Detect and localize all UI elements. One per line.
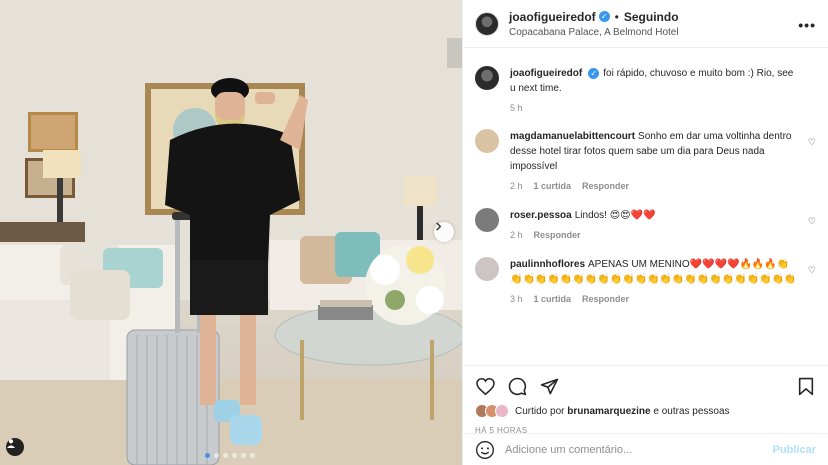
header-author-line: joaofigueiredof ✓ • Seguindo: [509, 10, 679, 24]
action-bar: [475, 366, 816, 406]
comment-time: 3 h: [510, 294, 523, 304]
comment-like-heart-icon[interactable]: ♡: [808, 137, 816, 148]
following-button[interactable]: Seguindo: [624, 10, 679, 24]
comment-time: 2 h: [510, 181, 523, 191]
likes-text: Curtido por brunamarquezine e outras pes…: [515, 406, 730, 417]
comment-username[interactable]: magdamanuelabittencourt: [510, 131, 635, 142]
comment-row: paulinnhoflores APENAS UM MENINO❤️❤️❤️❤️🔥…: [475, 257, 816, 304]
bookmark-icon: [798, 377, 814, 395]
comment-like-heart-icon[interactable]: ♡: [808, 216, 816, 227]
post-header: joaofigueiredof ✓ • Seguindo Copacabana …: [463, 0, 828, 48]
likes-user[interactable]: brunamarquezine: [567, 406, 650, 417]
caption-author-avatar[interactable]: [475, 66, 499, 90]
separator-dot: •: [614, 9, 619, 24]
comment-likes[interactable]: 1 curtida: [534, 294, 572, 304]
author-username[interactable]: joaofigueiredof: [509, 10, 596, 24]
more-options-button[interactable]: •••: [798, 17, 816, 33]
carousel-dot: [241, 453, 246, 458]
comment-like-heart-icon[interactable]: ♡: [808, 265, 816, 276]
publish-button[interactable]: Publicar: [773, 444, 816, 456]
comment-body: roser.pessoa Lindos! 😍😍❤️❤️ 2 h Responder: [510, 208, 800, 240]
caption-body: joaofigueiredof ✓ foi rápido, chuvoso e mu…: [510, 66, 800, 113]
comment-row: magdamanuelabittencourt Sonho em dar uma …: [475, 129, 816, 191]
photo-scene: [0, 0, 462, 465]
caption-row: joaofigueiredof ✓ foi rápido, chuvoso e mu…: [475, 66, 816, 113]
post-photo[interactable]: [0, 0, 462, 465]
commenter-avatar[interactable]: [475, 129, 499, 153]
comment-icon: [508, 377, 526, 395]
comment-text-line: magdamanuelabittencourt Sonho em dar uma …: [510, 129, 800, 174]
comment-button[interactable]: [507, 376, 527, 396]
like-button[interactable]: [475, 376, 495, 396]
likes-summary: Curtido por brunamarquezine e outras pes…: [475, 404, 816, 418]
carousel-dot: [223, 453, 228, 458]
post-side-panel: joaofigueiredof ✓ • Seguindo Copacabana …: [462, 0, 828, 465]
caption-username[interactable]: joaofigueiredof: [510, 68, 582, 79]
comment-meta: 3 h 1 curtida Responder: [510, 294, 800, 304]
comment-row: roser.pessoa Lindos! 😍😍❤️❤️ 2 h Responder…: [475, 208, 816, 240]
save-button[interactable]: [796, 376, 816, 396]
comment-time: 2 h: [510, 230, 523, 240]
smile-icon[interactable]: [475, 440, 495, 460]
comment-username[interactable]: paulinnhoflores: [510, 259, 585, 270]
comment-meta: 2 h 1 curtida Responder: [510, 181, 800, 191]
author-avatar[interactable]: [475, 11, 499, 36]
comment-text: Lindos! 😍😍❤️❤️: [574, 210, 656, 221]
carousel-dot: [250, 453, 255, 458]
comment-text-line: paulinnhoflores APENAS UM MENINO❤️❤️❤️❤️🔥…: [510, 257, 800, 287]
add-comment-bar: Publicar: [463, 433, 828, 465]
commenter-avatar[interactable]: [475, 257, 499, 281]
share-icon: [540, 378, 558, 394]
carousel-dot: [205, 453, 210, 458]
comment-body: magdamanuelabittencourt Sonho em dar uma …: [510, 129, 800, 191]
carousel-indicator: [205, 453, 255, 458]
caption-time: 5 h: [510, 103, 523, 113]
likes-prefix: Curtido por: [515, 405, 565, 417]
caption-text-line: joaofigueiredof ✓ foi rápido, chuvoso e mu…: [510, 66, 800, 96]
post-location[interactable]: Copacabana Palace, A Belmond Hotel: [509, 27, 679, 38]
caption-meta: 5 h: [510, 103, 800, 113]
comments-section[interactable]: joaofigueiredof ✓ foi rápido, chuvoso e mu…: [463, 48, 828, 365]
verified-badge-icon: ✓: [598, 11, 610, 22]
user-tag-button[interactable]: [6, 438, 24, 456]
share-button[interactable]: [539, 376, 559, 396]
heart-icon: [475, 377, 495, 395]
verified-badge-icon: ✓: [588, 68, 600, 79]
carousel-dot: [214, 453, 219, 458]
next-photo-button[interactable]: [434, 222, 454, 242]
commenter-avatar[interactable]: [475, 208, 499, 232]
reply-button[interactable]: Responder: [534, 230, 581, 240]
post-footer: Curtido por brunamarquezine e outras pes…: [463, 365, 828, 465]
instagram-post: joaofigueiredof ✓ • Seguindo Copacabana …: [0, 0, 828, 465]
comment-body: paulinnhoflores APENAS UM MENINO❤️❤️❤️❤️🔥…: [510, 257, 800, 304]
reply-button[interactable]: Responder: [582, 181, 629, 191]
comment-likes[interactable]: 1 curtida: [534, 181, 572, 191]
carousel-dot: [232, 453, 237, 458]
comment-input[interactable]: [505, 443, 773, 456]
reply-button[interactable]: Responder: [582, 294, 629, 304]
comment-text-line: roser.pessoa Lindos! 😍😍❤️❤️: [510, 208, 800, 223]
likes-suffix[interactable]: e outras pessoas: [653, 406, 729, 417]
header-text: joaofigueiredof ✓ • Seguindo Copacabana …: [509, 10, 679, 38]
user-tag-icon: [7, 439, 15, 448]
comment-username[interactable]: roser.pessoa: [510, 210, 572, 221]
comment-meta: 2 h Responder: [510, 230, 800, 240]
liker-avatar[interactable]: [495, 404, 509, 418]
chevron-right-icon: [436, 222, 442, 231]
